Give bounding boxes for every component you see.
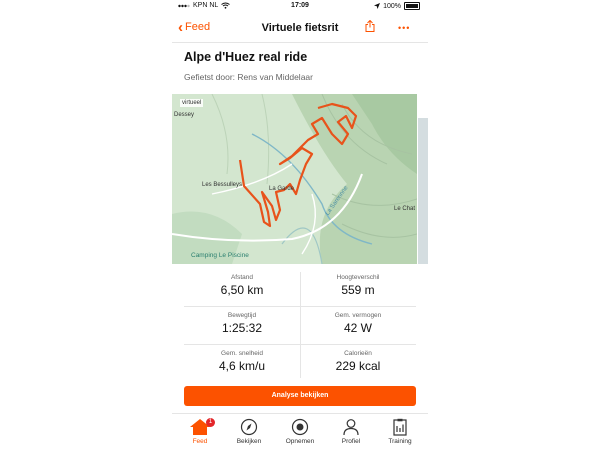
map-label: Dessey: [174, 112, 195, 118]
tab-record[interactable]: Opnemen: [278, 418, 322, 445]
stat-avg-speed: Gem. snelheid 4,6 km/u: [184, 350, 300, 373]
next-photo-peek[interactable]: [418, 118, 428, 264]
status-bar: KPN NL 17:09 100%: [172, 0, 428, 12]
battery-percent: 100%: [383, 2, 401, 10]
activity-title: Alpe d'Huez real ride: [184, 50, 308, 64]
stat-avg-power: Gem. vermogen 42 W: [300, 312, 416, 335]
stat-distance: Afstand 6,50 km: [184, 274, 300, 297]
route-line: [238, 102, 358, 228]
tab-label: Profiel: [341, 438, 361, 445]
status-right: 100%: [374, 2, 420, 10]
virtual-badge: virtueel: [180, 99, 204, 107]
training-icon: [393, 418, 407, 436]
stat-value: 1:25:32: [221, 321, 263, 335]
stat-value: 229 kcal: [335, 359, 381, 373]
tab-training[interactable]: Training: [378, 418, 422, 445]
battery-icon: [404, 2, 420, 10]
map-label: Le Chat: [394, 206, 416, 212]
stat-moving-time: Bewegtijd 1:25:32: [184, 312, 300, 335]
stat-label: Afstand: [230, 274, 254, 281]
tab-bar: 1 Feed Bekijken Opnemen Profiel Training: [172, 413, 428, 450]
analyse-button[interactable]: Analyse bekijken: [184, 386, 416, 406]
page-title: Virtuele fietsrit: [261, 22, 339, 34]
stat-calories: Calorieën 229 kcal: [300, 350, 416, 373]
activity-cyclist: Gefietst door: Rens van Middelaar: [184, 72, 313, 82]
more-options-button[interactable]: •••: [398, 23, 410, 33]
tab-explore[interactable]: Bekijken: [227, 418, 271, 445]
profile-icon: [343, 419, 359, 436]
stat-label: Gem. vermogen: [334, 312, 382, 319]
stat-value: 42 W: [343, 321, 372, 335]
stat-label: Bewegtijd: [227, 312, 257, 319]
stat-value: 6,50 km: [220, 283, 264, 297]
compass-icon: [240, 418, 258, 436]
stat-value: 4,6 km/u: [218, 359, 266, 373]
divider: [300, 272, 301, 378]
phone-screen: KPN NL 17:09 100% ‹ Feed Virtuele fietsr…: [172, 0, 428, 450]
tab-profile[interactable]: Profiel: [329, 418, 373, 445]
tab-label: Opnemen: [285, 438, 315, 445]
notification-badge: 1: [206, 418, 215, 427]
map-label: Les Bessulleys: [202, 182, 243, 188]
stat-value: 559 m: [341, 283, 375, 297]
stat-label: Gem. snelheid: [221, 350, 263, 357]
map-label: La Garde: [269, 186, 295, 192]
nav-bar: ‹ Feed Virtuele fietsrit •••: [172, 14, 428, 43]
tab-label: Training: [388, 438, 412, 445]
campsite-label: Camping Le Piscine: [191, 252, 249, 259]
share-icon[interactable]: [365, 20, 375, 32]
location-arrow-icon: [374, 3, 381, 9]
record-icon: [291, 418, 309, 436]
stat-elevation: Hoogteverschil 559 m: [300, 274, 416, 297]
route-map[interactable]: virtueel Dessey Les Bessulleys La Garde …: [172, 94, 417, 264]
tab-label: Bekijken: [236, 438, 262, 445]
stat-label: Hoogteverschil: [336, 274, 380, 281]
stat-label: Calorieën: [344, 350, 372, 357]
tab-label: Feed: [192, 438, 208, 445]
tab-feed[interactable]: 1 Feed: [178, 418, 222, 445]
